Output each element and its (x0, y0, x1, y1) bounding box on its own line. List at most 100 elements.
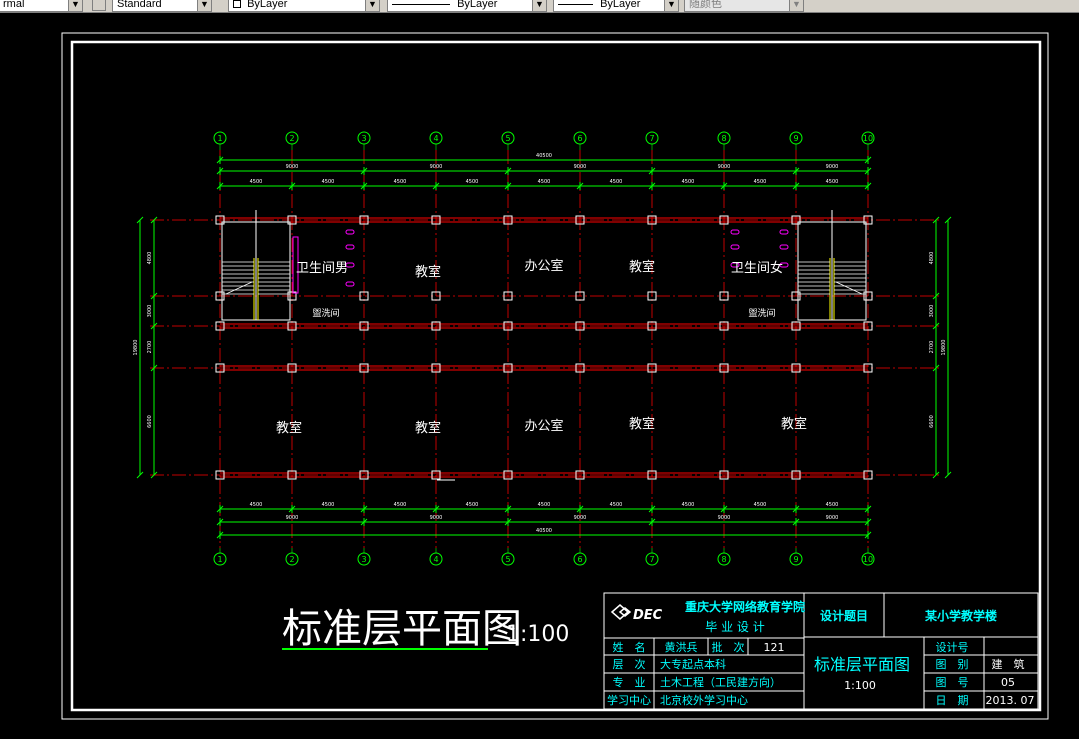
lineweight-sample-icon (558, 3, 593, 5)
dec-logo-icon: DEC (610, 604, 663, 623)
dim-text: 4500 (466, 179, 479, 185)
name-label: 姓 名 (613, 640, 646, 654)
design-no-label: 设计号 (936, 641, 969, 654)
dim-style-combo[interactable]: Standard ▼ (112, 0, 212, 12)
dim-text: 40500 (536, 153, 552, 159)
dim-text: 9000 (286, 164, 299, 170)
stair-arrow (225, 281, 253, 295)
dim-text: 9000 (718, 515, 731, 521)
dim-text: 4500 (754, 179, 767, 185)
axis-label: 2 (289, 555, 294, 564)
chevron-down-icon[interactable]: ▼ (197, 0, 211, 11)
room-label-classroom: 教室 (781, 416, 807, 432)
stair-arrow (835, 281, 863, 295)
linetype-sample-icon (392, 3, 450, 5)
color-combo[interactable]: ByLayer ▼ (228, 0, 380, 12)
axis-label: 8 (721, 555, 726, 564)
dim-text: 19800 (941, 340, 947, 356)
walls (220, 217, 868, 478)
lineweight-value: ByLayer (600, 0, 641, 10)
sheet-value: 05 (1001, 676, 1015, 689)
axis-label: 6 (577, 134, 582, 143)
name-value: 黄洪兵 (665, 640, 698, 654)
sheet-border (61, 32, 1049, 720)
text-style-combo[interactable]: rmal ▼ (0, 0, 83, 12)
axis-label: 3 (361, 134, 366, 143)
plotstyle-value: 随颜色 (689, 0, 722, 10)
toilet-fixture-icon (345, 244, 355, 250)
axis-label: 7 (649, 555, 654, 564)
room-label-classroom: 教室 (629, 416, 655, 432)
sheet-label: 图 号 (936, 676, 969, 689)
axis-label: 9 (793, 134, 798, 143)
dim-text: 9000 (718, 164, 731, 170)
dim-text: 4500 (826, 179, 839, 185)
chevron-down-icon[interactable]: ▼ (789, 0, 803, 11)
design-title-value: 某小学教学楼 (925, 608, 997, 623)
chevron-down-icon[interactable]: ▼ (664, 0, 678, 11)
drawing-canvas[interactable]: 40500 9000 9000 9000 9000 9000 4500 4500 4500 450… (0, 14, 1079, 739)
toilet-fixture-icon (730, 229, 740, 235)
room-label-washroom: 盥洗间 (312, 307, 339, 319)
axis-grid (150, 150, 940, 548)
text-style-icon[interactable] (92, 0, 106, 11)
axis-label: 6 (577, 555, 582, 564)
chevron-down-icon[interactable]: ▼ (532, 0, 546, 11)
dim-text: 3000 (147, 305, 153, 318)
lineweight-combo[interactable]: ByLayer ▼ (553, 0, 679, 12)
level-label: 层 次 (613, 657, 646, 671)
dim-text: 4500 (394, 502, 407, 508)
dim-text: 4500 (250, 179, 263, 185)
major-label: 专 业 (613, 675, 646, 689)
axis-label: 4 (433, 555, 438, 564)
dim-text: 4500 (682, 179, 695, 185)
center-value: 北京校外学习中心 (660, 693, 748, 707)
dim-text: 4500 (538, 179, 551, 185)
room-label-toilet-m: 卫生间男 (296, 261, 348, 276)
design-title-label: 设计题目 (820, 608, 868, 623)
drawing-title: 标准层平面图 (282, 606, 522, 652)
chevron-down-icon[interactable]: ▼ (365, 0, 379, 11)
dim-text: 4500 (682, 502, 695, 508)
logo-text: DEC (633, 608, 663, 623)
dim-text: 4500 (394, 179, 407, 185)
room-label-classroom: 教室 (629, 259, 655, 275)
room-label-toilet-f: 卫生间女 (731, 260, 783, 276)
dim-text: 9000 (574, 164, 587, 170)
color-swatch-icon (233, 0, 241, 9)
room-label-classroom: 教室 (415, 264, 441, 280)
room-label-classroom: 教室 (415, 420, 441, 436)
toilet-fixture-icon (779, 229, 789, 235)
axis-bubbles: 1 1 2 2 3 3 4 4 5 5 6 6 7 7 8 8 9 9 10 10 (213, 131, 875, 566)
project-type: 毕 业 设 计 (705, 620, 764, 634)
dim-text: 9000 (286, 515, 299, 521)
axis-label: 10 (863, 134, 873, 143)
dim-text: 4800 (929, 252, 935, 265)
date-value: 2013. 07 (986, 694, 1035, 707)
status-strip (0, 739, 1079, 744)
dim-text: 4500 (754, 502, 767, 508)
dim-text: 9000 (826, 515, 839, 521)
chevron-down-icon[interactable]: ▼ (68, 0, 82, 11)
text-style-value: rmal (3, 0, 25, 10)
drawing-name-scale: 1:100 (844, 679, 876, 692)
dim-text: 2700 (147, 341, 153, 354)
center-label: 学习中心 (607, 693, 651, 707)
dim-text: 9000 (430, 515, 443, 521)
plotstyle-combo[interactable]: 随颜色 ▼ (684, 0, 804, 12)
category-label: 图 别 (936, 658, 969, 671)
category-value: 建 筑 (992, 657, 1025, 671)
dim-text: 4500 (610, 179, 623, 185)
dim-text: 9000 (826, 164, 839, 170)
dim-text: 3000 (929, 305, 935, 318)
axis-label: 1 (217, 134, 222, 143)
linetype-combo[interactable]: ByLayer ▼ (387, 0, 547, 12)
dim-text: 40500 (536, 528, 552, 534)
dim-text: 4500 (538, 502, 551, 508)
dim-text: 2700 (929, 341, 935, 354)
axis-label: 9 (793, 555, 798, 564)
axis-label: 2 (289, 134, 294, 143)
axis-label: 1 (217, 555, 222, 564)
linetype-value: ByLayer (457, 0, 498, 10)
school-name: 重庆大学网络教育学院 (685, 599, 805, 614)
